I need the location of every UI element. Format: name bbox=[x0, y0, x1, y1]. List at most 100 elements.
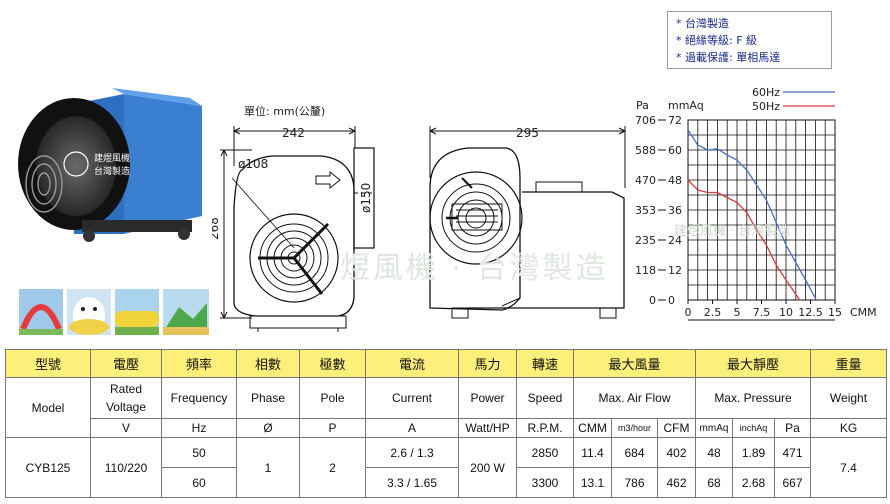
th-phase-zh: 相數 bbox=[236, 349, 300, 378]
y-tick-label-right: 36 bbox=[668, 204, 682, 217]
y-tick-label-right: 48 bbox=[668, 174, 682, 187]
th-voltage-zh: 電壓 bbox=[90, 349, 162, 378]
y-tick-label-left: 353 bbox=[635, 204, 656, 217]
unit-label: 單位: mm(公釐) bbox=[244, 105, 326, 118]
th-frequency-en: Frequency bbox=[161, 377, 237, 419]
cell-mmaq: 68 bbox=[695, 467, 733, 498]
photo-watermark: 台灣製造 bbox=[94, 165, 130, 177]
th-model-en: Model bbox=[5, 377, 91, 438]
cell-mmaq: 48 bbox=[695, 437, 733, 468]
performance-chart: PammAq0011812235243533647048588607067200… bbox=[635, 86, 877, 321]
y-tick-label-left: 118 bbox=[635, 264, 656, 277]
table-header-row-en: Model Rated Voltage Frequency Phase Pole… bbox=[5, 377, 887, 438]
cell-pa: 471 bbox=[774, 437, 811, 468]
cell-pole: 2 bbox=[299, 437, 366, 498]
y-axis-right-label: mmAq bbox=[668, 99, 704, 112]
th-power-zh: 馬力 bbox=[458, 349, 517, 378]
dim-inlet-diameter: ø108 bbox=[238, 157, 268, 171]
cell-inchaq: 1.89 bbox=[732, 437, 775, 468]
unit-m3h: m3/hour bbox=[611, 418, 658, 438]
unit-kg: KG bbox=[810, 418, 887, 438]
cell-cmm: 13.1 bbox=[573, 467, 612, 498]
unit-cfm: CFM bbox=[657, 418, 696, 438]
legend-label: 60Hz bbox=[752, 86, 780, 99]
cell-power: 200 W bbox=[458, 437, 517, 498]
unit-inchaq: inchAq bbox=[732, 418, 775, 438]
y-tick-label-left: 235 bbox=[635, 234, 656, 247]
y-tick-label-right: 12 bbox=[668, 264, 682, 277]
application-photos bbox=[19, 289, 209, 335]
cell-pa: 667 bbox=[774, 467, 811, 498]
x-tick-label: 5 bbox=[734, 306, 741, 319]
th-pressure-zh: 最大靜壓 bbox=[695, 349, 811, 378]
th-frequency-zh: 頻率 bbox=[161, 349, 237, 378]
y-axis-left-label: Pa bbox=[636, 99, 649, 112]
dim-outlet-diameter: ø150 bbox=[359, 183, 373, 213]
th-model-zh: 型號 bbox=[5, 349, 91, 378]
watermark-text: 煜風機 · 台灣製造 bbox=[340, 251, 609, 286]
side-view-drawing: 242 268 ø108 ø150 bbox=[212, 126, 375, 332]
front-view-drawing: 295 bbox=[429, 126, 626, 319]
cell-inchaq: 2.68 bbox=[732, 467, 775, 498]
photo-watermark: 建煜風機 bbox=[94, 152, 130, 164]
y-tick-label-left: 588 bbox=[635, 144, 656, 157]
th-weight-en: Weight bbox=[810, 377, 887, 419]
cell-rpm: 3300 bbox=[516, 467, 574, 498]
blower-product-photo: 建煜風機 台灣製造 bbox=[18, 88, 202, 242]
unit-phase: Ø bbox=[236, 418, 300, 438]
legend-label: 50Hz bbox=[752, 100, 780, 113]
cell-current: 3.3 / 1.65 bbox=[365, 467, 459, 498]
x-tick-label: 15 bbox=[828, 306, 842, 319]
x-tick-label: 10 bbox=[779, 306, 793, 319]
unit-current: A bbox=[365, 418, 459, 438]
y-tick-label-right: 72 bbox=[668, 114, 682, 127]
dim-width-front: 295 bbox=[516, 126, 539, 140]
th-airflow-zh: 最大風量 bbox=[573, 349, 696, 378]
th-phase-en: Phase bbox=[236, 377, 300, 419]
th-speed-zh: 轉速 bbox=[516, 349, 574, 378]
th-current-zh: 電流 bbox=[365, 349, 459, 378]
y-tick-label-right: 60 bbox=[668, 144, 682, 157]
x-tick-label: 0 bbox=[685, 306, 692, 319]
cell-model: CYB125 bbox=[5, 437, 91, 498]
cell-current: 2.6 / 1.3 bbox=[365, 437, 459, 468]
unit-pole: P bbox=[299, 418, 366, 438]
unit-mmaq: mmAq bbox=[695, 418, 733, 438]
feature-list: * 台灣製造 * 絕緣等級: F 級 * 過載保護: 單相馬達 bbox=[667, 11, 832, 69]
feature-item: * 台灣製造 bbox=[676, 17, 729, 30]
unit-frequency: Hz bbox=[161, 418, 237, 438]
th-speed-en: Speed bbox=[516, 377, 574, 419]
y-tick-label-left: 0 bbox=[649, 294, 656, 307]
table-unit-row: V Hz Ø P A Watt/HP R.P.M. CMM m3/hour CF… bbox=[6, 418, 887, 438]
unit-pa: Pa bbox=[774, 418, 811, 438]
th-power-en: Power bbox=[458, 377, 517, 419]
feature-item: * 絕緣等級: F 級 bbox=[676, 34, 758, 47]
dim-height-side: 268 bbox=[212, 217, 221, 240]
cell-cfm: 402 bbox=[657, 437, 696, 468]
th-weight-zh: 重量 bbox=[810, 349, 887, 378]
th-pole-zh: 極數 bbox=[299, 349, 366, 378]
unit-cmm: CMM bbox=[573, 418, 612, 438]
th-pressure-en: Max. Pressure bbox=[695, 377, 811, 419]
cell-m3h: 786 bbox=[611, 467, 658, 498]
th-current-en: Current bbox=[365, 377, 459, 419]
cell-cmm: 11.4 bbox=[573, 437, 612, 468]
x-tick-label: 7.5 bbox=[753, 306, 771, 319]
table-header-row-zh: 型號 電壓 頻率 相數 極數 電流 馬力 轉速 最大風量 最大靜壓 重量 bbox=[5, 349, 887, 378]
unit-voltage: V bbox=[90, 418, 162, 438]
x-tick-label: 2.5 bbox=[704, 306, 722, 319]
cell-frequency: 60 bbox=[161, 467, 237, 498]
dim-width-side: 242 bbox=[282, 126, 305, 140]
th-pole-en: Pole bbox=[299, 377, 366, 419]
unit-power: Watt/HP bbox=[458, 418, 517, 438]
x-tick-label: 12.5 bbox=[798, 306, 823, 319]
table-row: CYB125 110/220 50 1 2 2.6 / 1.3 200 W 28… bbox=[5, 437, 887, 498]
th-voltage-en: Rated Voltage bbox=[90, 377, 162, 419]
cell-weight: 7.4 bbox=[810, 437, 887, 498]
cell-m3h: 684 bbox=[611, 437, 658, 468]
y-tick-label-left: 706 bbox=[635, 114, 656, 127]
watermark-text-small: 建煜風機 · 台灣製造 bbox=[674, 224, 791, 239]
cell-voltage: 110/220 bbox=[90, 437, 162, 498]
cell-frequency: 50 bbox=[161, 437, 237, 468]
th-airflow-en: Max. Air Flow bbox=[573, 377, 696, 419]
